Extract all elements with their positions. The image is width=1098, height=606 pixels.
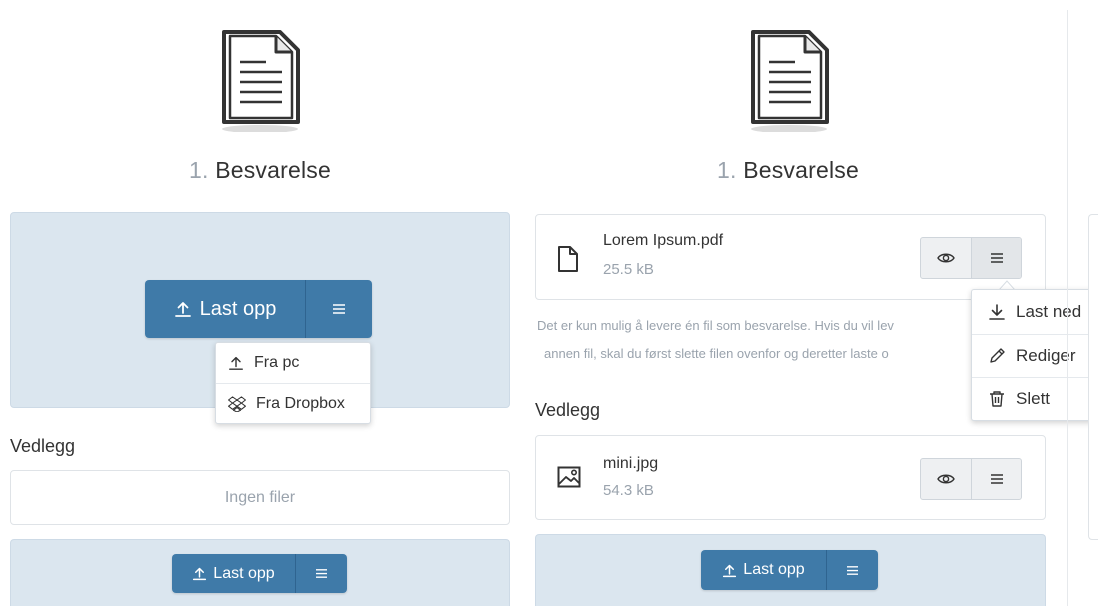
section-title: Besvarelse: [743, 157, 859, 183]
info-text-line-2: annen fil, skal du først slette filen ov…: [544, 346, 889, 361]
eye-icon: [937, 253, 955, 263]
upload-button-label: Last opp: [743, 561, 805, 578]
upload-icon: [193, 567, 207, 581]
menu-icon: [990, 474, 1003, 484]
upload-icon: [723, 564, 737, 577]
attachments-upload-button[interactable]: Last opp: [701, 550, 826, 590]
preview-button[interactable]: [921, 238, 971, 278]
menu-icon: [990, 253, 1003, 263]
pencil-icon: [990, 348, 1005, 363]
menu-icon: [333, 304, 345, 314]
menu-item-label: Slett: [1016, 389, 1051, 408]
image-icon: [557, 466, 581, 488]
attachment-actions: [920, 458, 1022, 500]
attachment-menu-button[interactable]: [971, 459, 1021, 499]
submission-file-card: Lorem Ipsum.pdf 25.5 kB: [535, 214, 1046, 300]
download-icon: [989, 304, 1005, 320]
dropbox-icon: [228, 395, 246, 412]
attachment-preview-button[interactable]: [921, 459, 971, 499]
menu-item-delete[interactable]: Slett: [972, 377, 1098, 420]
attachment-file-card: mini.jpg 54.3 kB: [535, 435, 1046, 520]
trash-icon: [990, 391, 1004, 407]
file-actions: [920, 237, 1022, 279]
attachments-label: Vedlegg: [10, 436, 76, 456]
menu-item-download[interactable]: Last ned: [972, 290, 1098, 334]
empty-attachments-text: Ingen filer: [224, 488, 296, 506]
section-heading: 1. Besvarelse: [10, 157, 510, 184]
menu-icon: [316, 569, 327, 578]
attachments-upload-menu-button[interactable]: [295, 554, 347, 593]
document-icon: [751, 30, 829, 132]
menu-item-edit[interactable]: Rediger: [972, 334, 1098, 377]
dropdown-item-label: Fra pc: [254, 354, 300, 371]
file-context-menu: Last ned Rediger Slett: [971, 289, 1098, 421]
info-text-line-1: Det er kun mulig å levere én fil som bes…: [537, 318, 894, 333]
attachment-size: 54.3 kB: [603, 482, 654, 499]
upload-button-group: Last opp: [145, 280, 372, 338]
upload-button-label: Last opp: [213, 564, 275, 582]
dropdown-item-from-pc[interactable]: Fra pc: [216, 343, 370, 383]
attachment-name[interactable]: mini.jpg: [603, 455, 658, 473]
upload-button-label: Last opp: [199, 297, 277, 320]
section-number: 1.: [189, 157, 209, 183]
attachments-upload-menu-button[interactable]: [826, 550, 878, 590]
section-heading: 1. Besvarelse: [538, 157, 1038, 184]
file-menu-button[interactable]: [971, 238, 1021, 278]
column-2: 1. Besvarelse Lorem Ipsum.pdf 25.5 kB De…: [520, 0, 1098, 606]
menu-icon: [847, 565, 858, 575]
dropdown-item-label: Fra Dropbox: [256, 394, 345, 412]
column-1: 1. Besvarelse Last opp Fra pc Fra Dropbo…: [0, 0, 520, 606]
upload-menu-button[interactable]: [305, 280, 372, 338]
file-size: 25.5 kB: [603, 261, 654, 278]
column-3-card-partial: [1088, 214, 1098, 540]
attachments-upload-button-group: Last opp: [701, 550, 878, 590]
attachments-upload-button[interactable]: Last opp: [172, 554, 295, 593]
upload-button[interactable]: Last opp: [145, 280, 305, 338]
section-title: Besvarelse: [215, 157, 331, 183]
attachments-upload-button-group: Last opp: [172, 554, 347, 593]
upload-icon: [174, 302, 191, 317]
eye-icon: [937, 474, 955, 484]
column-divider: [1067, 10, 1068, 606]
upload-dropdown: Fra pc Fra Dropbox: [215, 342, 371, 424]
dropdown-item-from-dropbox[interactable]: Fra Dropbox: [216, 383, 370, 423]
upload-icon: [229, 356, 243, 370]
file-icon: [558, 246, 578, 272]
file-name[interactable]: Lorem Ipsum.pdf: [603, 232, 723, 250]
empty-attachments: Ingen filer: [10, 470, 510, 525]
document-icon: [222, 30, 300, 132]
section-number: 1.: [717, 157, 737, 183]
attachments-label: Vedlegg: [535, 400, 601, 420]
menu-item-label: Last ned: [1016, 302, 1082, 321]
